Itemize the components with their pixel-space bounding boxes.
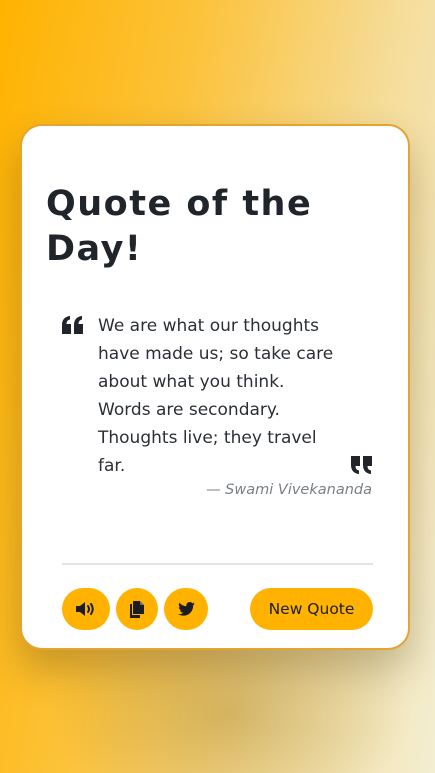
page-title: Quote of the Day!: [46, 184, 313, 269]
tweet-button[interactable]: [164, 588, 208, 630]
quote-right-icon: [350, 456, 372, 474]
divider: [62, 563, 373, 565]
twitter-icon: [177, 602, 195, 616]
quote-text: We are what our thoughts have made us; s…: [98, 316, 334, 476]
quote-left-icon: [62, 316, 84, 334]
speak-button[interactable]: [62, 588, 110, 630]
quote-author: — Swami Vivekananda: [206, 482, 372, 498]
new-quote-button[interactable]: New Quote: [250, 588, 373, 630]
volume-icon: [75, 601, 97, 617]
quote-card: Quote of the Day! We are what our though…: [20, 124, 410, 650]
copy-icon: [130, 600, 144, 618]
copy-button[interactable]: [116, 588, 158, 630]
